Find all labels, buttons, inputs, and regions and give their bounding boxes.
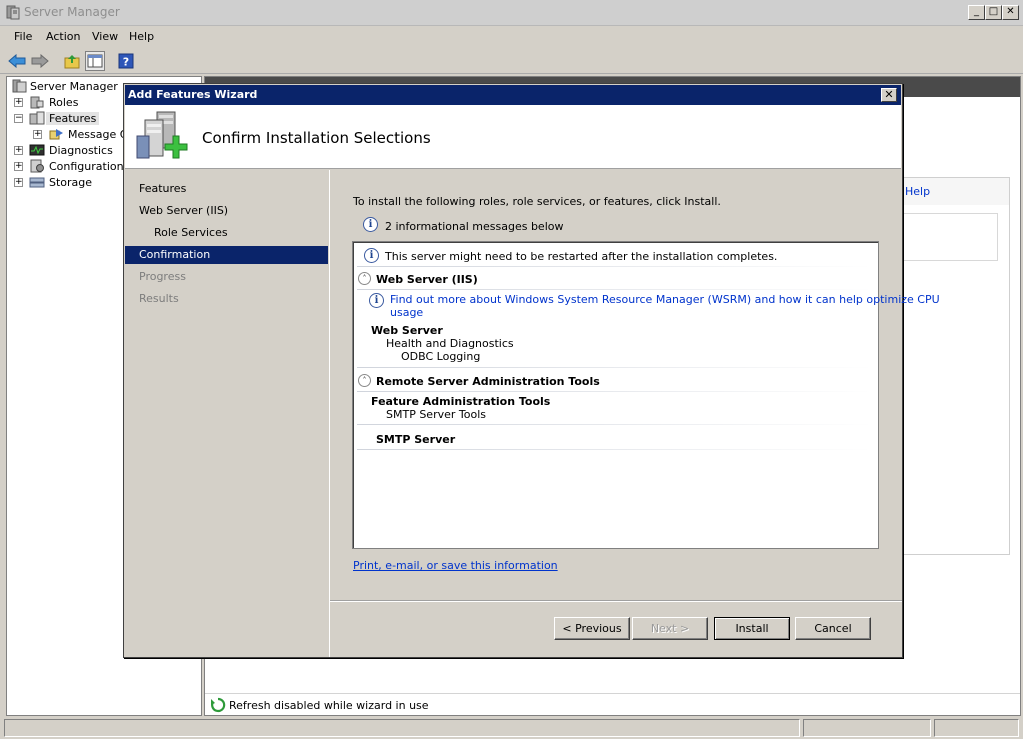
refresh-status-bar: Refresh disabled while wizard in use — [205, 693, 1020, 715]
add-feature-server-icon — [136, 111, 188, 159]
wsrm-info-link[interactable]: Find out more about Windows System Resou… — [390, 293, 940, 306]
configuration-icon — [30, 159, 44, 173]
dialog-title: Add Features Wizard — [128, 88, 258, 101]
add-features-wizard: Add Features Wizard ✕ Confirm Installati… — [123, 83, 940, 658]
close-icon: ✕ — [884, 88, 894, 101]
dialog-close-button[interactable]: ✕ — [881, 88, 897, 102]
menu-bar: File Action View Help — [0, 27, 1023, 47]
wizard-content: To install the following roles, role ser… — [329, 170, 940, 657]
wizard-step-confirmation[interactable]: Confirmation — [125, 246, 328, 264]
separator — [357, 266, 872, 267]
item-smtp-server: SMTP Server — [376, 433, 456, 446]
wizard-step-results: Results — [139, 292, 179, 305]
item-health-diagnostics: Health and Diagnostics — [386, 337, 514, 350]
wsrm-info-link-cont[interactable]: usage — [390, 306, 423, 319]
help-icon: ? — [118, 53, 134, 69]
previous-button[interactable]: < Previous — [554, 617, 630, 640]
separator — [357, 449, 872, 450]
roles-icon — [30, 96, 44, 109]
instruction-text: To install the following roles, role ser… — [353, 195, 721, 208]
status-cell — [934, 719, 1019, 737]
wizard-step-progress: Progress — [139, 270, 186, 283]
refresh-icon — [211, 697, 226, 713]
refresh-status-text: Refresh disabled while wizard in use — [229, 699, 429, 712]
item-odbc-logging: ODBC Logging — [401, 350, 481, 363]
dialog-header: Confirm Installation Selections — [125, 105, 901, 169]
item-feature-admin-tools: Feature Administration Tools — [371, 395, 551, 408]
item-web-server: Web Server — [371, 324, 443, 337]
restart-message: This server might need to be restarted a… — [385, 250, 778, 263]
collapse-icon[interactable]: − — [14, 114, 23, 123]
status-cell — [803, 719, 931, 737]
up-folder-button[interactable] — [62, 51, 82, 71]
section-web-server-iis: Web Server (IIS) — [376, 273, 478, 286]
svg-text:?: ? — [123, 56, 129, 69]
window-title: Server Manager — [24, 5, 120, 19]
section-collapse-icon[interactable]: ˄ — [358, 374, 371, 387]
console-tree-icon — [87, 54, 103, 68]
minimize-button[interactable]: _ — [968, 5, 985, 20]
tree-label: Configuration — [49, 160, 124, 173]
menu-view[interactable]: View — [92, 30, 118, 43]
expand-icon[interactable]: + — [14, 178, 23, 187]
menu-action[interactable]: Action — [46, 30, 80, 43]
forward-button[interactable] — [30, 51, 50, 71]
info-icon: i — [364, 248, 379, 263]
back-button[interactable] — [7, 51, 27, 71]
dialog-titlebar: Add Features Wizard ✕ — [125, 85, 901, 105]
back-arrow-icon — [8, 54, 26, 68]
tree-label: Features — [46, 112, 100, 125]
toolbar: ? — [0, 48, 1023, 74]
expand-icon[interactable]: + — [14, 146, 23, 155]
folder-up-icon — [64, 55, 80, 69]
main-titlebar: Server Manager _ □ ✕ — [0, 0, 1023, 26]
status-cell — [4, 719, 800, 737]
tree-label: Storage — [49, 176, 93, 189]
tree-label: Roles — [49, 96, 79, 109]
install-button[interactable]: Install — [714, 617, 790, 640]
selections-list[interactable]: i This server might need to be restarted… — [352, 241, 940, 549]
features-icon — [29, 111, 45, 125]
separator — [357, 391, 872, 392]
help-panel-content — [902, 213, 998, 261]
info-message-count: 2 informational messages below — [385, 220, 564, 233]
help-button[interactable]: ? — [116, 51, 136, 71]
cancel-button[interactable]: Cancel — [795, 617, 871, 640]
expand-icon[interactable]: + — [14, 98, 23, 107]
tree-label: Server Manager — [30, 80, 118, 93]
separator — [357, 289, 872, 290]
tree-label: Diagnostics — [49, 144, 113, 157]
server-manager-icon — [6, 5, 20, 20]
button-separator — [330, 600, 902, 602]
wizard-step-web-server[interactable]: Web Server (IIS) — [125, 202, 328, 220]
info-icon: i — [369, 293, 384, 308]
info-icon: i — [363, 217, 378, 232]
close-button[interactable]: ✕ — [1002, 5, 1019, 20]
wizard-step-role-services[interactable]: Role Services — [125, 224, 328, 242]
server-icon — [12, 79, 27, 93]
message-queue-icon — [49, 129, 63, 140]
next-button: Next > — [632, 617, 708, 640]
expand-icon[interactable]: + — [14, 162, 23, 171]
wizard-steps: Features Web Server (IIS) Role Services … — [125, 170, 328, 657]
menu-file[interactable]: File — [14, 30, 32, 43]
storage-icon — [29, 177, 45, 188]
section-remote-admin-tools: Remote Server Administration Tools — [376, 375, 600, 388]
forward-arrow-icon — [31, 54, 49, 68]
help-link[interactable]: Help — [905, 185, 930, 198]
show-hide-console-button[interactable] — [85, 51, 105, 71]
separator — [357, 424, 872, 425]
item-smtp-server-tools: SMTP Server Tools — [386, 408, 486, 421]
wizard-step-features[interactable]: Features — [125, 180, 328, 198]
section-collapse-icon[interactable]: ˄ — [358, 272, 371, 285]
print-save-link[interactable]: Print, e-mail, or save this information — [353, 559, 558, 572]
maximize-button[interactable]: □ — [985, 5, 1002, 20]
diagnostics-icon — [29, 144, 45, 156]
status-bar — [0, 717, 1023, 739]
menu-help[interactable]: Help — [129, 30, 154, 43]
separator — [357, 367, 872, 368]
expand-icon[interactable]: + — [33, 130, 42, 139]
dialog-heading: Confirm Installation Selections — [202, 129, 431, 147]
